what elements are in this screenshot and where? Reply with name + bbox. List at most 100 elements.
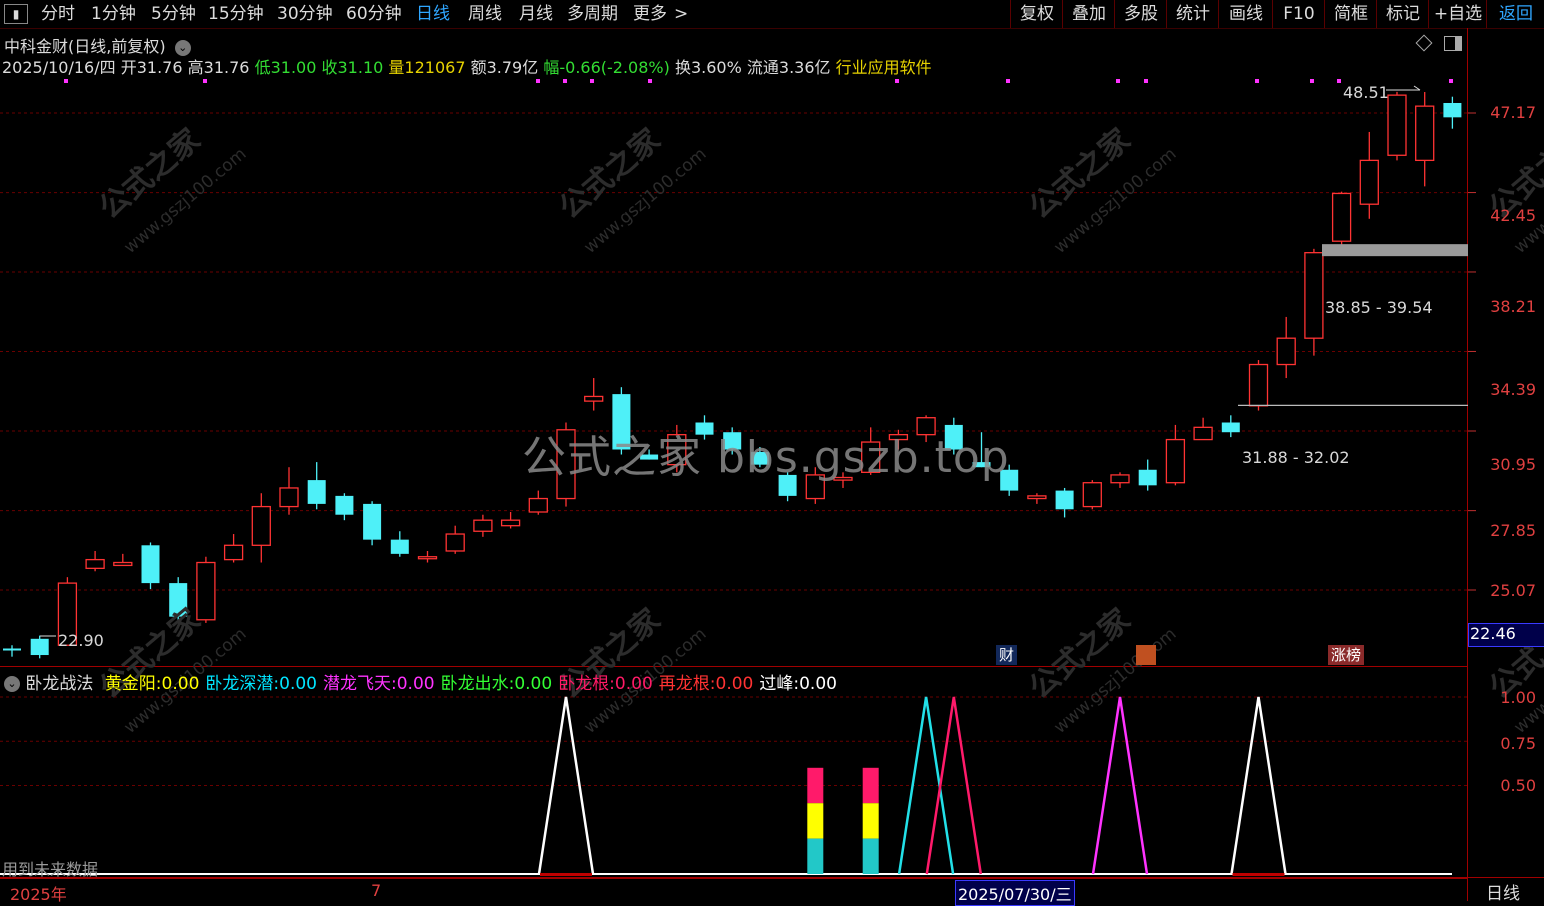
candle-body-41 (1138, 469, 1157, 486)
candle-body-7 (196, 561, 216, 621)
candle-body-4 (113, 561, 133, 567)
time-axis: 2025年 7 2025/07/30/三 (0, 878, 1468, 906)
candle-body-40 (1110, 474, 1130, 484)
event-badge-icon[interactable] (1136, 645, 1156, 665)
zone-lower-label: 31.88 - 32.02 (1242, 448, 1350, 467)
ind-peak-magenta-0 (1091, 696, 1149, 875)
price-axis-border (1467, 28, 1468, 901)
candle-body-9 (251, 505, 271, 546)
signal-dot-4 (590, 79, 594, 83)
indicator-item-value-2: 0.00 (396, 674, 435, 694)
candle-body-42 (1165, 438, 1186, 484)
candle-body-45 (1248, 363, 1269, 407)
ind-bar-yellow-1 (862, 803, 879, 839)
candle-body-50 (1387, 94, 1407, 156)
signal-dot-0 (64, 79, 68, 83)
indicator-axis-label-0: 1.00 (1500, 688, 1536, 707)
candle-body-39 (1082, 482, 1102, 508)
signal-dot-8 (1116, 79, 1120, 83)
signal-dot-1 (203, 79, 207, 83)
price-axis-label-3: 34.39 (1490, 380, 1536, 399)
low-mark-label: 22.90 (58, 631, 104, 650)
candle-body-46 (1276, 337, 1296, 366)
indicator-item-value-3: 0.00 (514, 674, 553, 694)
candle-body-44 (1221, 422, 1240, 433)
indicator-item-value-4: 0.00 (614, 674, 653, 694)
candle-body-15 (417, 556, 438, 560)
candle-body-51 (1415, 105, 1435, 162)
signal-dot-11 (1310, 79, 1314, 83)
signal-dot-2 (536, 79, 540, 83)
indicator-item-value-5: 0.00 (715, 674, 754, 694)
indicator-legend: ⌄ 卧龙战法 黄金阳:0.00 卧龙深潜:0.00 潜龙飞天:0.00 卧龙出水:0.… (4, 669, 837, 694)
price-axis-label-0: 47.17 (1490, 103, 1536, 122)
indicator-item-label-6: 过峰: (759, 674, 800, 694)
candle-body-52 (1443, 102, 1462, 118)
signal-dot-5 (648, 79, 652, 83)
candle-body-43 (1193, 426, 1213, 441)
indicator-name[interactable]: 卧龙战法 (25, 674, 93, 694)
candle-body-1 (30, 638, 49, 656)
price-axis-label-1: 42.45 (1490, 206, 1536, 225)
price-axis-label-5: 27.85 (1490, 521, 1536, 540)
indicator-item-value-1: 0.00 (279, 674, 317, 694)
candle-body-16 (445, 533, 465, 552)
indicator-item-label-4: 卧龙根: (558, 674, 615, 694)
watermark-main: 公式之家 bbs.gszb.top (522, 432, 1010, 483)
indicator-item-value-6: 0.00 (799, 674, 837, 694)
zhangbang-badge[interactable]: 涨榜 (1328, 645, 1365, 665)
resistance-zone-bar (1322, 244, 1468, 257)
signal-dot-7 (1006, 79, 1010, 83)
watermark-cn-0: 公式之家 (93, 122, 207, 226)
ind-peak-base-0 (540, 873, 592, 876)
indicator-item-label-3: 卧龙出水: (440, 674, 515, 694)
current-price-label: 22.46 (1470, 624, 1516, 643)
candle-body-17 (473, 519, 493, 532)
ind-peak-white-1 (1230, 696, 1287, 875)
candle-body-19 (528, 497, 548, 513)
candle-body-0 (3, 648, 21, 651)
signal-dot-12 (1337, 79, 1341, 83)
signal-dot-3 (563, 79, 567, 83)
indicator-item-label-0: 黄金阳: (104, 674, 162, 694)
candle-body-10 (279, 487, 299, 508)
price-axis-label-4: 30.95 (1490, 455, 1536, 474)
candle-body-3 (85, 558, 105, 569)
price-axis-label-2: 38.21 (1490, 297, 1536, 316)
ind-peak-base-1 (1232, 873, 1285, 876)
ind-bar-yellow-0 (807, 803, 824, 839)
candle-body-12 (335, 495, 354, 515)
candle-body-21 (584, 395, 604, 402)
indicator-item-value-0: 0.00 (161, 674, 200, 694)
candle-body-11 (307, 480, 326, 504)
candle-body-14 (390, 539, 409, 554)
indicator-axis-label-2: 0.50 (1500, 776, 1536, 795)
zone-upper-label: 38.85 - 39.54 (1325, 298, 1433, 317)
price-axis-label-6: 25.07 (1490, 581, 1536, 600)
signal-dot-13 (1449, 79, 1453, 83)
watermark-cn-2: 公式之家 (1023, 122, 1137, 226)
finance-badge[interactable]: 财 (996, 645, 1018, 665)
candle-body-18 (500, 519, 521, 527)
watermark-cn-1: 公式之家 (553, 122, 667, 226)
indicator-item-label-5: 再龙根: (658, 674, 716, 694)
indicator-item-label-2: 潜龙飞天: (323, 674, 397, 694)
watermark-cn-5: 公式之家 (1023, 602, 1137, 706)
candle-body-47 (1304, 252, 1324, 339)
candle-body-13 (363, 503, 382, 540)
signal-dot-6 (895, 79, 899, 83)
indicator-menu-icon[interactable]: ⌄ (4, 676, 20, 692)
ind-bar-teal-0 (807, 838, 824, 874)
candle-body-37 (1027, 495, 1047, 500)
time-label-year: 2025年 (10, 885, 67, 904)
signal-dot-10 (1255, 79, 1259, 83)
pane-divider (0, 666, 1468, 667)
future-data-note: 用到未来数据 (2, 860, 99, 879)
indicator-item-label-1: 卧龙深潜: (205, 674, 280, 694)
time-label-month: 7 (371, 881, 382, 900)
high-mark-arrowhead (1413, 85, 1421, 91)
signal-dot-9 (1144, 79, 1148, 83)
period-label[interactable]: 日线 (1486, 879, 1520, 904)
ind-bar-pink-1 (862, 767, 879, 804)
candle-body-49 (1359, 159, 1379, 205)
